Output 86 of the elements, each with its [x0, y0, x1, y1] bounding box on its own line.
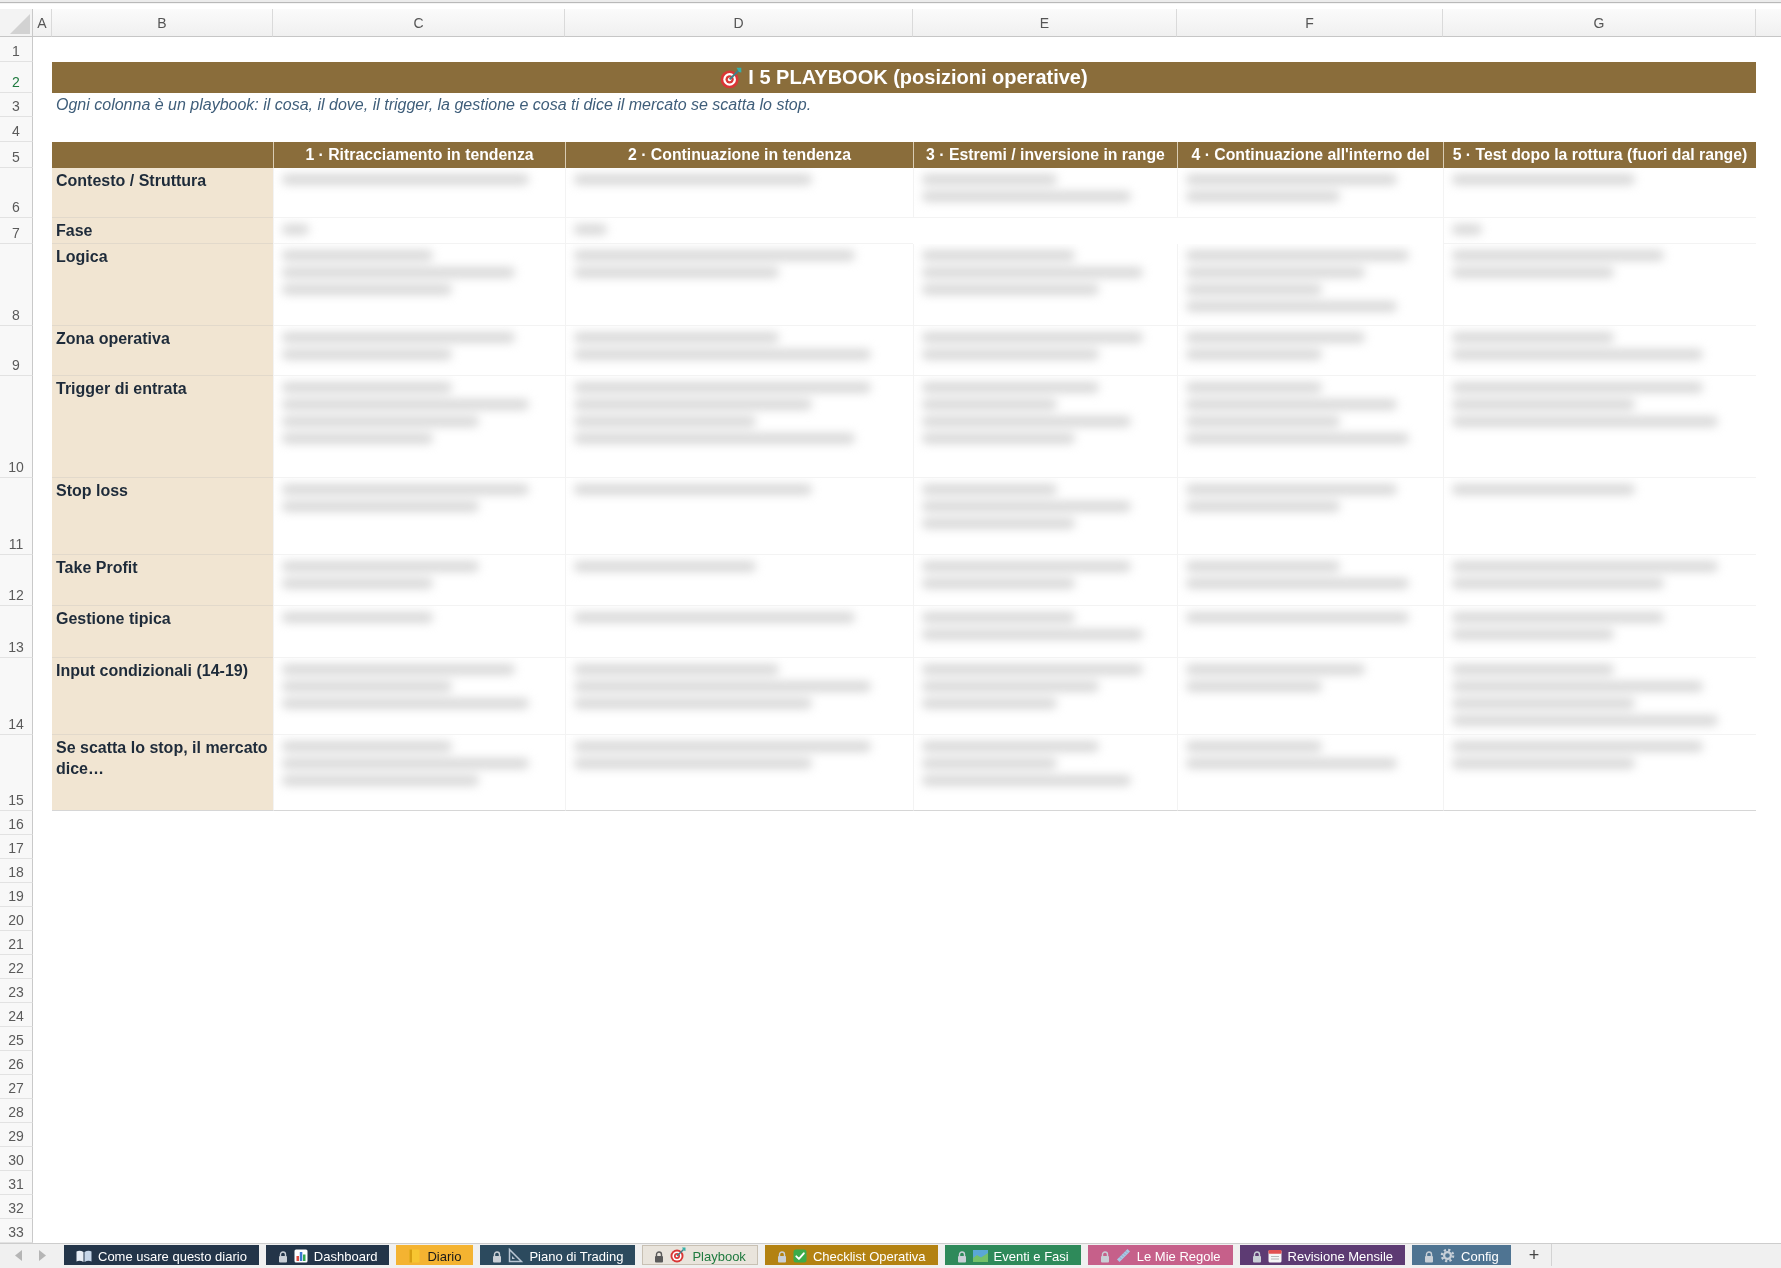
row-number[interactable]: 15 — [0, 735, 33, 811]
lock-icon — [1099, 1251, 1110, 1263]
row-number[interactable]: 14 — [0, 658, 33, 735]
lock-icon — [1424, 1251, 1435, 1263]
add-sheet-button[interactable]: + — [1522, 1244, 1546, 1265]
sheet-tab[interactable]: Config — [1412, 1245, 1511, 1265]
right-arrow-icon[interactable] — [39, 1250, 46, 1261]
row-label: Stop loss — [52, 478, 273, 555]
row-number[interactable]: 7 — [0, 218, 33, 244]
sheet-tab[interactable]: Dashboard — [265, 1245, 390, 1265]
target-icon — [720, 66, 743, 89]
row-number[interactable]: 1 — [0, 37, 33, 62]
column-header: 4 · Continuazione all'interno del — [1177, 142, 1443, 168]
row-number[interactable]: 32 — [0, 1195, 33, 1219]
blurred-text — [1452, 224, 1482, 235]
row-number[interactable]: 20 — [0, 907, 33, 931]
lock-icon — [277, 1251, 288, 1263]
gear-icon — [1440, 1248, 1456, 1263]
sheet-tab[interactable]: Eventi e Fasi — [944, 1245, 1081, 1265]
notebook-icon — [408, 1249, 422, 1263]
subtitle: Ogni colonna è un playbook: il cosa, il dove, il trigger, la gestione e cosa ti dice il mercato se scatta lo stop. — [56, 96, 812, 114]
check-icon — [792, 1249, 807, 1263]
row-number[interactable]: 3 — [0, 93, 33, 117]
row-number[interactable]: 22 — [0, 955, 33, 979]
corner-triangle-icon[interactable] — [10, 14, 30, 34]
sheet-tab[interactable]: Come usare questo diario — [64, 1245, 259, 1265]
triangle-ruler-icon — [508, 1248, 524, 1263]
row-number[interactable]: 6 — [0, 168, 33, 218]
sheet-tab[interactable]: Piano di Trading — [480, 1245, 636, 1265]
lock-icon — [776, 1251, 787, 1263]
row-label: Logica — [52, 244, 273, 326]
banner-title: I 5 PLAYBOOK (posizioni operative) — [748, 66, 1088, 89]
row-label: Gestione tipica — [52, 606, 273, 658]
row-number[interactable]: 25 — [0, 1027, 33, 1051]
row-label: Se scatta lo stop, il mercato dice… — [52, 735, 273, 811]
sheet-tab[interactable]: Revisione Mensile — [1239, 1245, 1406, 1265]
row-number[interactable]: 23 — [0, 979, 33, 1003]
book-icon — [76, 1249, 92, 1263]
row-number[interactable]: 33 — [0, 1219, 33, 1243]
row-number[interactable]: 31 — [0, 1171, 33, 1195]
row-number[interactable]: 4 — [0, 117, 33, 142]
column-header: 5 · Test dopo la rottura (fuori dal range) — [1443, 142, 1756, 168]
calendar-icon — [1267, 1249, 1282, 1263]
column-header: 1 · Ritracciamento in tendenza — [273, 142, 565, 168]
row-label: Zona operativa — [52, 326, 273, 376]
sheet-tab[interactable]: Le Mie Regole — [1087, 1245, 1233, 1265]
row-number[interactable]: 8 — [0, 244, 33, 326]
lock-icon — [492, 1251, 503, 1263]
row-number[interactable]: 12 — [0, 555, 33, 606]
row-number[interactable]: 2 — [0, 62, 33, 93]
row-number[interactable]: 27 — [0, 1075, 33, 1099]
lock-icon — [956, 1251, 967, 1263]
row-label: Take Profit — [52, 555, 273, 606]
row-number[interactable]: 18 — [0, 859, 33, 883]
target-icon — [670, 1247, 687, 1263]
row-number[interactable]: 13 — [0, 606, 33, 658]
row-number[interactable]: 26 — [0, 1051, 33, 1075]
row-number[interactable]: 19 — [0, 883, 33, 907]
ruler-icon — [1115, 1248, 1131, 1263]
left-arrow-icon[interactable] — [15, 1250, 22, 1261]
row-label: Trigger di entrata — [52, 376, 273, 478]
row-number[interactable]: 21 — [0, 931, 33, 955]
bar-chart-icon — [293, 1249, 308, 1263]
blurred-text — [574, 224, 607, 235]
lock-icon — [1251, 1251, 1262, 1263]
blurred-text — [282, 224, 309, 235]
row-label: Input condizionali (14-19) — [52, 658, 273, 735]
sheet-tab[interactable]: Playbook — [642, 1245, 758, 1265]
sheet-tab[interactable]: Diario — [396, 1245, 474, 1265]
row-number[interactable]: 5 — [0, 142, 33, 168]
row-number[interactable]: 11 — [0, 478, 33, 555]
row-label: Contesto / Struttura — [52, 168, 273, 218]
sheet-tab[interactable]: Checklist Operativa — [764, 1245, 938, 1265]
map-icon — [972, 1249, 988, 1263]
row-number[interactable]: 29 — [0, 1123, 33, 1147]
row-number[interactable]: 17 — [0, 835, 33, 859]
column-header: 2 · Continuazione in tendenza — [565, 142, 913, 168]
row-number[interactable]: 28 — [0, 1099, 33, 1123]
column-header: 3 · Estremi / inversione in range — [913, 142, 1177, 168]
row-number[interactable]: 30 — [0, 1147, 33, 1171]
row-number[interactable]: 10 — [0, 376, 33, 478]
row-number[interactable]: 16 — [0, 811, 33, 835]
row-number[interactable]: 24 — [0, 1003, 33, 1027]
row-number[interactable]: 9 — [0, 326, 33, 376]
lock-icon — [654, 1251, 665, 1263]
row-label: Fase — [52, 218, 273, 244]
